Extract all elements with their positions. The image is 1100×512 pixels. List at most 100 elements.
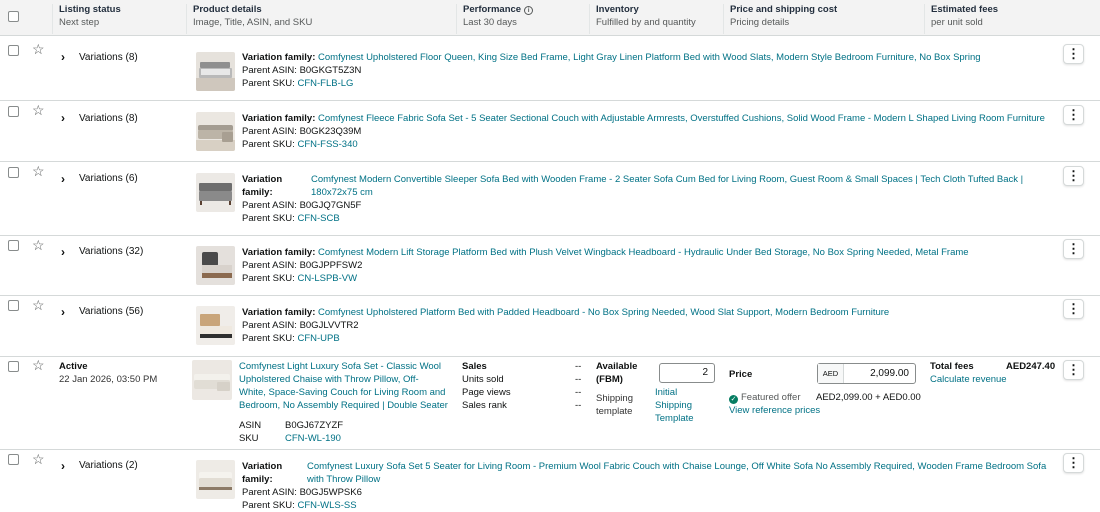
more-options-button[interactable]: ⋮: [1063, 166, 1084, 186]
product-title-link-line3[interactable]: White, Space-Saving Couch for Living Roo…: [239, 386, 445, 399]
parent-sku-link[interactable]: CFN-FLB-LG: [297, 78, 353, 89]
variations-toggle[interactable]: Variations (6): [79, 173, 138, 185]
variations-toggle[interactable]: Variations (56): [79, 306, 143, 318]
product-title-link-cont[interactable]: with Throw Pillow: [307, 473, 380, 486]
product-title-link[interactable]: Comfynest Light Luxury Sofa Set - Classi…: [239, 360, 441, 373]
variation-family-label: Variation family:: [242, 247, 316, 258]
star-icon[interactable]: ☆: [32, 238, 45, 252]
product-image[interactable]: [196, 52, 235, 91]
header-inventory[interactable]: Inventory Fulfilled by and quantity: [589, 4, 723, 34]
header-subtitle: Pricing details: [730, 17, 790, 28]
header-performance[interactable]: Performance i Last 30 days: [456, 4, 589, 34]
row-checkbox[interactable]: [8, 454, 19, 465]
select-all-checkbox[interactable]: [8, 11, 19, 22]
perf-rank-value: --: [575, 400, 582, 411]
header-subtitle: Image, Title, ASIN, and SKU: [193, 17, 313, 28]
product-image[interactable]: [192, 360, 232, 400]
product-title-link[interactable]: Comfynest Upholstered Platform Bed with …: [318, 307, 889, 318]
perf-views-label: Page views: [462, 387, 511, 398]
chevron-right-icon[interactable]: ›: [61, 173, 65, 185]
star-icon[interactable]: ☆: [32, 164, 45, 178]
product-title-link[interactable]: Comfynest Upholstered Floor Queen, King …: [318, 52, 981, 63]
variation-family-label-cont: family:: [242, 187, 273, 198]
variations-toggle[interactable]: Variations (8): [79, 52, 138, 64]
star-icon[interactable]: ☆: [32, 358, 45, 372]
shipping-template-link-line2[interactable]: Shipping: [655, 399, 692, 412]
variations-toggle[interactable]: Variations (2): [79, 460, 138, 472]
product-title-link[interactable]: Comfynest Modern Convertible Sleeper Sof…: [311, 173, 1051, 186]
shipping-template-link[interactable]: Initial: [655, 386, 677, 399]
quantity-input[interactable]: 2: [659, 363, 715, 383]
header-title-text: Performance: [463, 4, 522, 15]
product-image[interactable]: [196, 460, 235, 499]
chevron-right-icon[interactable]: ›: [61, 51, 65, 63]
star-icon[interactable]: ☆: [32, 452, 45, 466]
parent-sku-link[interactable]: CFN-FSS-340: [297, 139, 357, 150]
perf-views-value: --: [575, 387, 582, 398]
variation-family-line: Variation family: Comfynest Modern Lift …: [242, 246, 1052, 259]
header-subtitle: Next step: [59, 17, 100, 28]
table-row: ☆ › Variations (32) Variation family: Co…: [0, 236, 1100, 296]
parent-sku-link[interactable]: CFN-UPB: [297, 333, 339, 344]
row-checkbox[interactable]: [8, 300, 19, 311]
row-checkbox[interactable]: [8, 106, 19, 117]
header-title: Performance i: [463, 4, 589, 16]
header-listing-status[interactable]: Listing status Next step: [52, 4, 186, 34]
chevron-right-icon[interactable]: ›: [61, 246, 65, 258]
row-checkbox[interactable]: [8, 240, 19, 251]
more-options-button[interactable]: ⋮: [1063, 299, 1084, 319]
variation-family-label-cont: family:: [242, 474, 273, 485]
more-options-button[interactable]: ⋮: [1063, 105, 1084, 125]
row-checkbox[interactable]: [8, 167, 19, 178]
star-icon[interactable]: ☆: [32, 42, 45, 56]
parent-asin-value: B0GJPPFSW2: [299, 260, 363, 271]
more-options-button[interactable]: ⋮: [1063, 44, 1084, 64]
calculate-revenue-link[interactable]: Calculate revenue: [930, 373, 1007, 386]
shipping-template-link-line3[interactable]: Template: [655, 412, 694, 425]
parent-sku: Parent SKU: CFN-FLB-LG: [242, 77, 353, 90]
product-image[interactable]: [196, 173, 235, 212]
chevron-right-icon[interactable]: ›: [61, 306, 65, 318]
product-image[interactable]: [196, 246, 235, 285]
more-options-button[interactable]: ⋮: [1063, 453, 1084, 473]
variation-family-label: Variation: [242, 174, 283, 185]
row-checkbox[interactable]: [8, 361, 19, 372]
variations-toggle[interactable]: Variations (32): [79, 246, 143, 258]
parent-asin-value: B0GKGT5Z3N: [299, 65, 362, 76]
parent-sku-link[interactable]: CN-LSPB-VW: [297, 273, 357, 284]
sku-link[interactable]: CFN-WL-190: [285, 432, 341, 445]
price-input[interactable]: AED 2,099.00: [817, 363, 916, 384]
sku-label: SKU: [239, 433, 259, 444]
featured-offer: ✓ Featured offer: [729, 391, 801, 404]
header-estimated-fees[interactable]: Estimated fees per unit sold: [924, 4, 1100, 34]
perf-rank-label: Sales rank: [462, 400, 507, 411]
product-image[interactable]: [196, 112, 235, 151]
more-options-button[interactable]: ⋮: [1063, 239, 1084, 259]
header-price-shipping[interactable]: Price and shipping cost Pricing details: [723, 4, 924, 34]
more-options-button[interactable]: ⋮: [1063, 360, 1084, 380]
product-title-link[interactable]: Comfynest Fleece Fabric Sofa Set - 5 Sea…: [318, 113, 1045, 124]
perf-sales-label: Sales: [462, 361, 487, 372]
row-checkbox[interactable]: [8, 45, 19, 56]
product-title-link-line4[interactable]: Bedroom, No Assembly Required | Double S…: [239, 399, 448, 412]
chevron-right-icon[interactable]: ›: [61, 112, 65, 124]
header-product-details[interactable]: Product details Image, Title, ASIN, and …: [186, 4, 456, 34]
star-icon[interactable]: ☆: [32, 298, 45, 312]
variation-family-label: Variation family:: [242, 52, 316, 63]
parent-sku-link[interactable]: CFN-WLS-SS: [297, 500, 356, 511]
product-title-link-cont[interactable]: 180x72x75 cm: [311, 186, 373, 199]
star-icon[interactable]: ☆: [32, 103, 45, 117]
product-title-link[interactable]: Comfynest Luxury Sofa Set 5 Seater for L…: [307, 460, 1047, 473]
product-title-link[interactable]: Comfynest Modern Lift Storage Platform B…: [318, 247, 969, 258]
product-image[interactable]: [196, 306, 235, 345]
info-icon[interactable]: i: [524, 6, 534, 15]
variations-toggle[interactable]: Variations (8): [79, 113, 138, 125]
parent-asin: Parent ASIN: B0GK23Q39M: [242, 125, 361, 138]
chevron-right-icon[interactable]: ›: [61, 460, 65, 472]
parent-sku-link[interactable]: CFN-SCB: [297, 213, 339, 224]
parent-sku-label: Parent SKU:: [242, 273, 295, 284]
header-subtitle: per unit sold: [931, 17, 983, 28]
active-listing-row: ☆ Active 22 Jan 2026, 03:50 PM Comfynest…: [0, 357, 1100, 450]
product-title-link-line2[interactable]: Upholstered Chaise with Throw Pillow, Of…: [239, 373, 419, 386]
view-reference-prices-link[interactable]: View reference prices: [729, 404, 820, 417]
